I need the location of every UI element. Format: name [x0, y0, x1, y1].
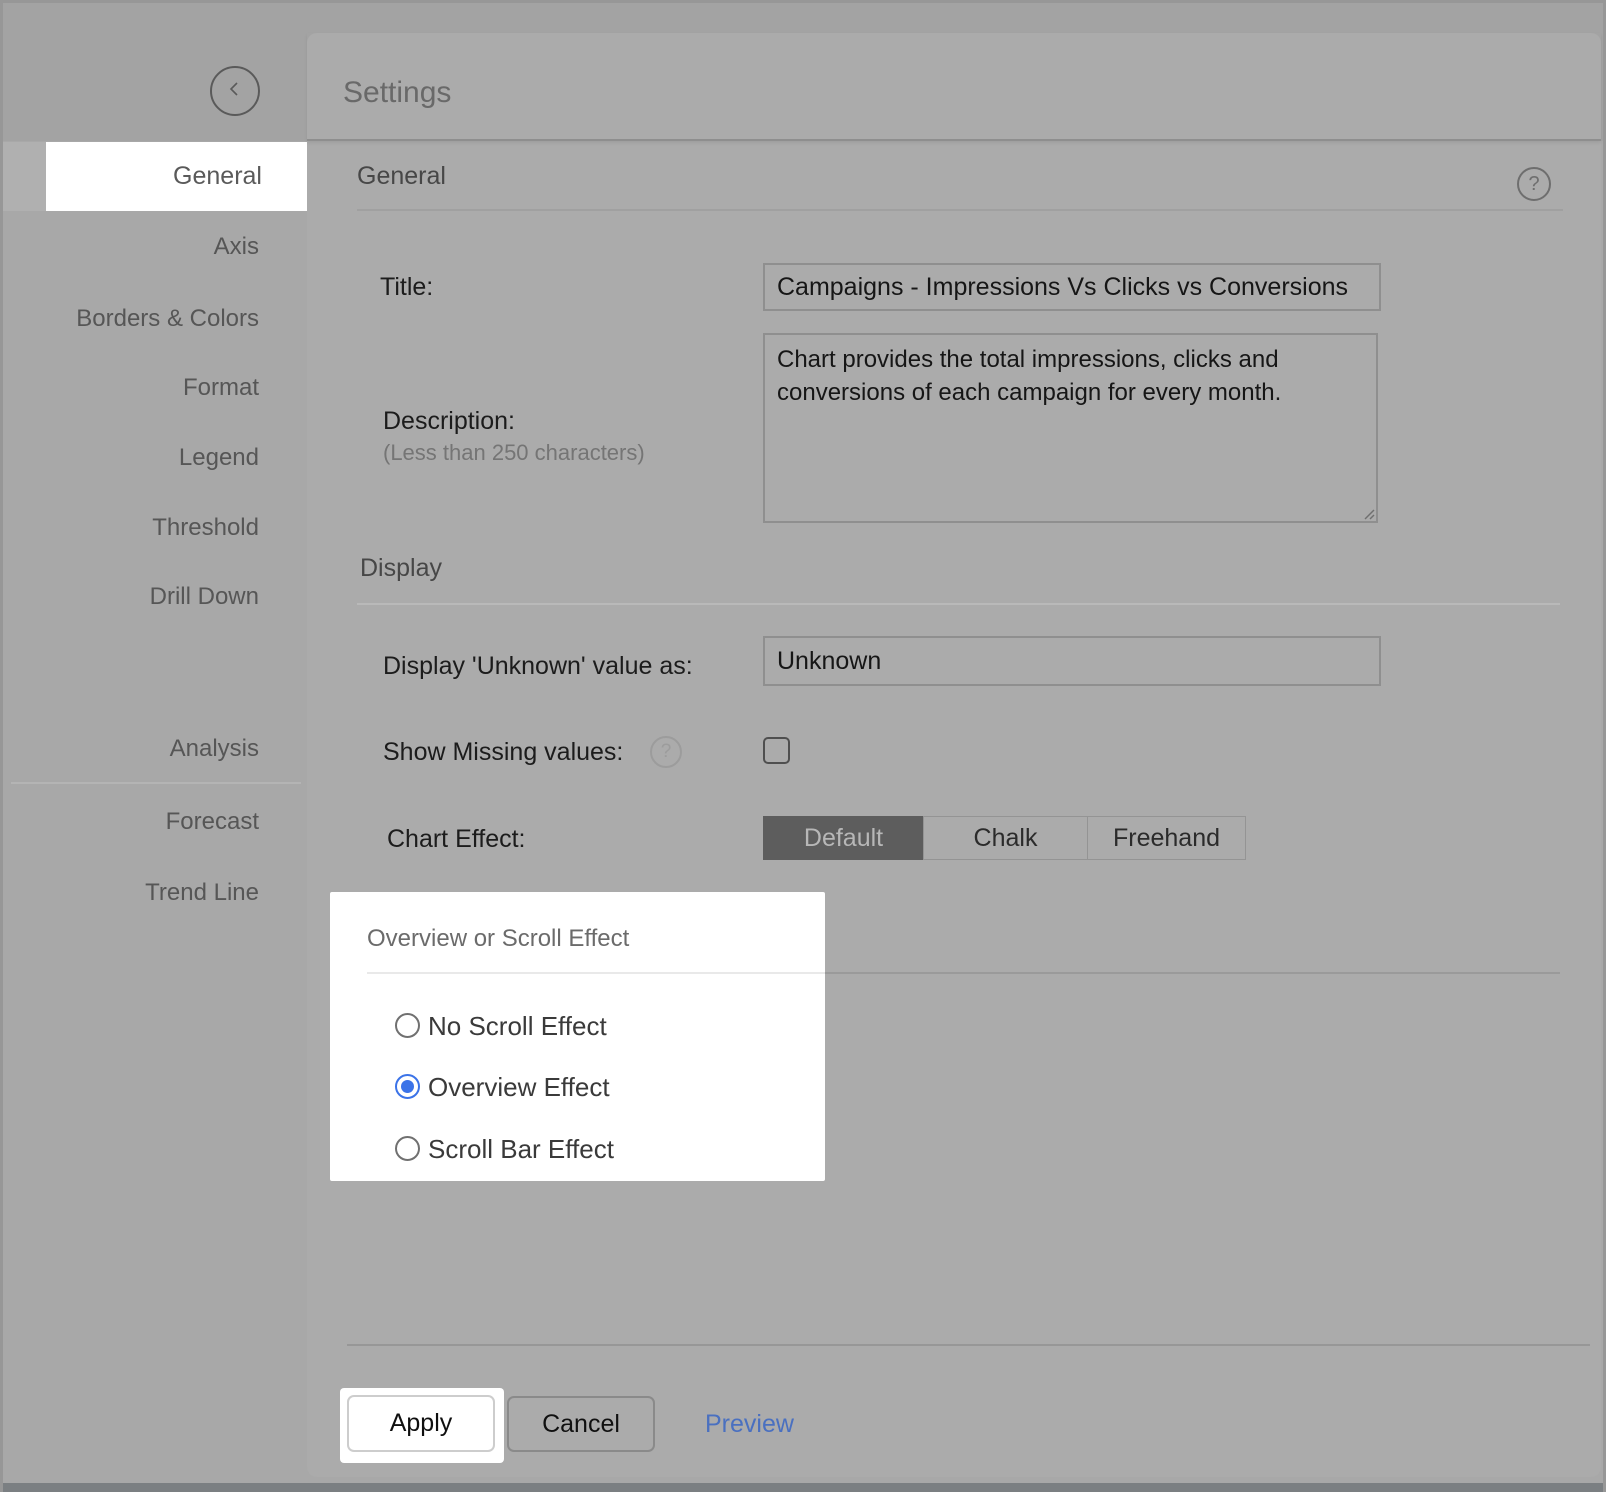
sidebar-item-threshold[interactable]: Threshold — [3, 508, 259, 548]
chevron-left-icon — [224, 78, 246, 105]
chart-effect-label: Chart Effect: — [387, 826, 526, 852]
show-missing-label: Show Missing values: — [383, 739, 623, 765]
scroll-effect-heading: Overview or Scroll Effect — [367, 925, 629, 953]
sidebar-item-trend-line[interactable]: Trend Line — [3, 873, 259, 913]
settings-panel: Settings General ? Title: Description: (… — [307, 33, 1601, 1477]
unknown-value-input[interactable] — [763, 636, 1381, 686]
description-label: Description: — [383, 408, 515, 434]
help-icon-missing-values[interactable]: ? — [650, 736, 682, 768]
chart-effect-segmented-control: Default Chalk Freehand — [763, 816, 1246, 860]
help-icon[interactable]: ? — [1517, 167, 1551, 201]
segment-freehand[interactable]: Freehand — [1087, 816, 1246, 860]
sidebar-item-format[interactable]: Format — [3, 368, 259, 408]
display-section-divider — [357, 603, 1560, 605]
panel-header: Settings — [307, 33, 1601, 141]
sidebar-item-forecast[interactable]: Forecast — [3, 802, 259, 842]
description-textarea[interactable]: Chart provides the total impressions, cl… — [763, 333, 1378, 523]
scroll-effect-spotlight: Overview or Scroll Effect No Scroll Effe… — [330, 892, 825, 1181]
description-hint: (Less than 250 characters) — [383, 441, 645, 465]
footer-divider — [347, 1344, 1590, 1346]
show-missing-checkbox[interactable] — [763, 737, 790, 764]
cancel-button[interactable]: Cancel — [507, 1396, 655, 1452]
radio-label: Overview Effect — [428, 1072, 610, 1102]
radio-icon[interactable] — [395, 1013, 420, 1038]
settings-dialog: General Axis Borders & Colors Format Leg… — [0, 0, 1606, 1492]
sidebar-item-borders-colors[interactable]: Borders & Colors — [3, 299, 259, 339]
sidebar-item-axis[interactable]: Axis — [3, 227, 259, 267]
segment-default[interactable]: Default — [763, 816, 924, 860]
scroll-effect-divider — [367, 972, 825, 974]
radio-label: No Scroll Effect — [428, 1011, 607, 1041]
title-label: Title: — [380, 274, 433, 300]
general-section-divider — [357, 209, 1563, 211]
sidebar-highlight-strip — [3, 142, 46, 211]
sidebar-item-legend[interactable]: Legend — [3, 438, 259, 478]
radio-icon[interactable] — [395, 1136, 420, 1161]
unknown-value-label: Display 'Unknown' value as: — [383, 653, 693, 679]
title-input[interactable] — [763, 263, 1381, 311]
sidebar-item-drill-down[interactable]: Drill Down — [3, 577, 259, 617]
back-button[interactable] — [210, 66, 260, 116]
radio-label: Scroll Bar Effect — [428, 1134, 614, 1164]
sidebar-divider — [11, 782, 301, 784]
segment-chalk[interactable]: Chalk — [923, 816, 1088, 860]
display-section-heading: Display — [360, 555, 442, 581]
general-section-heading: General — [357, 163, 446, 189]
sidebar-section-analysis: Analysis — [3, 729, 259, 769]
sidebar-item-general[interactable]: General — [46, 142, 307, 211]
scroll-effect-divider-dimmed — [825, 972, 1560, 974]
radio-icon[interactable] — [395, 1074, 420, 1099]
apply-button[interactable]: Apply — [347, 1395, 495, 1452]
preview-link[interactable]: Preview — [705, 1396, 794, 1452]
window-bottom-edge — [3, 1483, 1603, 1492]
radio-scroll-bar-effect[interactable]: Scroll Bar Effect — [330, 1134, 825, 1166]
dialog-title: Settings — [343, 76, 451, 110]
radio-overview-effect[interactable]: Overview Effect — [330, 1072, 825, 1104]
radio-no-scroll-effect[interactable]: No Scroll Effect — [330, 1011, 825, 1043]
